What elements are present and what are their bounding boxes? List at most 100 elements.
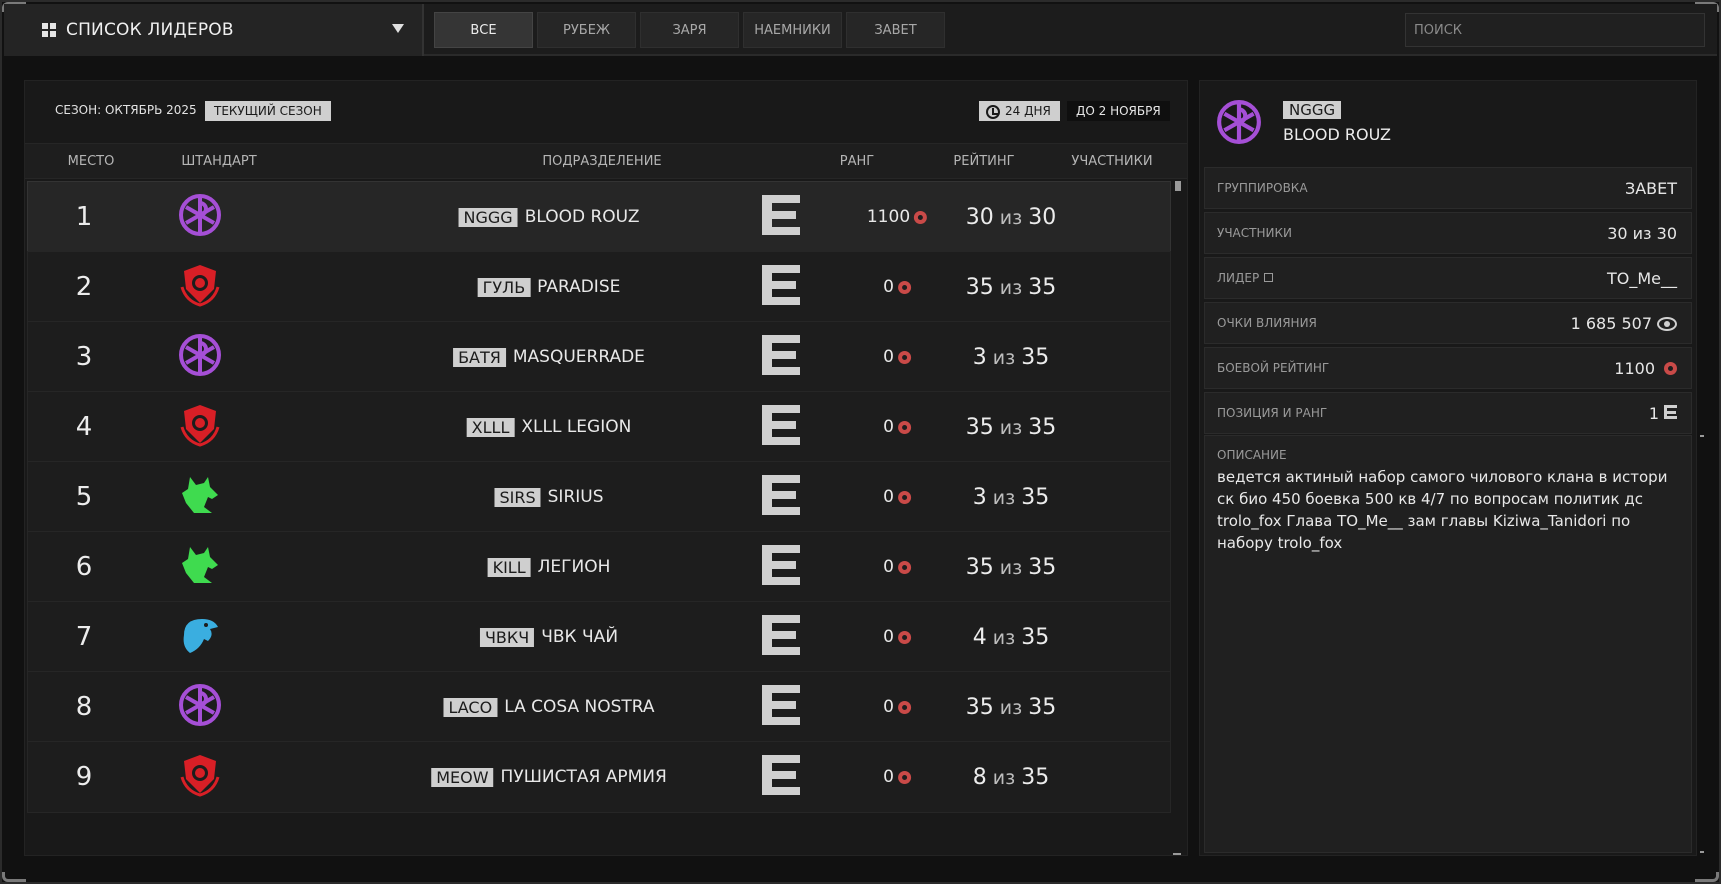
info-row-position: ПОЗИЦИЯ И РАНГ 1 (1204, 392, 1692, 434)
row-members-max: 35 (1021, 764, 1050, 790)
faction-value: ЗАВЕТ (1625, 179, 1677, 198)
rank-icon (762, 615, 800, 659)
tab-mercenaries[interactable]: НАЕМНИКИ (743, 12, 842, 48)
row-members-now: 35 (965, 694, 994, 720)
position-value: 1 (1649, 404, 1677, 423)
row-members-max: 35 (1028, 694, 1057, 720)
influence-key: ОЧКИ ВЛИЯНИЯ (1217, 316, 1317, 330)
page-title: СПИСОК ЛИДЕРОВ (66, 20, 234, 40)
details-unit-tag: NGGG (1283, 101, 1342, 119)
row-unit-tag: LACO (443, 697, 498, 717)
rank-icon (762, 335, 800, 379)
row-unit-tag: XLLL (466, 417, 515, 437)
row-rating: 1100 (866, 207, 911, 227)
row-members-now: 35 (965, 414, 994, 440)
row-unit-name: SIRIUS (547, 487, 604, 507)
rank-icon (762, 545, 800, 589)
row-place: 9 (75, 762, 93, 792)
red-shield-emblem-icon (178, 753, 222, 801)
row-rating: 0 (883, 557, 894, 577)
tab-rubezh[interactable]: РУБЕЖ (537, 12, 636, 48)
violet-chi-rho-emblem-icon (178, 333, 222, 381)
info-row-members: УЧАСТНИКИ 30 из 30 (1204, 212, 1692, 254)
search-input[interactable] (1405, 13, 1705, 47)
influence-value: 1 685 507 (1571, 314, 1677, 333)
row-members-max: 35 (1021, 344, 1050, 370)
row-unit-name: LA COSA NOSTRA (504, 697, 655, 717)
table-row[interactable]: 4 XLLL XLLL LEGION 0 35 из 35 (27, 391, 1171, 463)
row-rating: 0 (883, 697, 894, 717)
tab-zarya[interactable]: ЗАРЯ (640, 12, 739, 48)
row-members-of: из (992, 346, 1016, 369)
table-row[interactable]: 2 ГУЛЬ PARADISE 0 35 из 35 (27, 251, 1171, 323)
leader-value[interactable]: TO_Me__ (1607, 269, 1677, 288)
position-value-text: 1 (1648, 404, 1660, 423)
row-members: 8 из 35 (973, 765, 1049, 790)
combat-rating-value: 1100 (1614, 359, 1677, 378)
row-members-of: из (999, 276, 1023, 299)
row-members-of: из (999, 696, 1023, 719)
row-members-now: 4 (972, 624, 987, 650)
row-members: 35 из 35 (966, 275, 1056, 300)
tab-zavet[interactable]: ЗАВЕТ (846, 12, 945, 48)
row-members: 3 из 35 (973, 485, 1049, 510)
details-scrollbar-bottom (1700, 851, 1704, 853)
row-place: 8 (75, 692, 93, 722)
faction-tabs: ВСЕ РУБЕЖ ЗАРЯ НАЕМНИКИ ЗАВЕТ (434, 12, 945, 48)
column-header-standard: ШТАНДАРТ (181, 154, 257, 169)
table-row[interactable]: 7 ЧВКЧ ЧВК ЧАЙ 0 4 из 35 (27, 601, 1171, 673)
row-place: 2 (75, 272, 93, 302)
table-row[interactable]: 1 NGGG BLOOD ROUZ 1100 30 из 30 (27, 181, 1171, 253)
rating-icon (897, 700, 911, 714)
frame-corner (1695, 872, 1719, 882)
rank-icon (762, 685, 800, 729)
row-members-now: 8 (972, 764, 987, 790)
info-row-influence: ОЧКИ ВЛИЯНИЯ 1 685 507 (1204, 302, 1692, 344)
row-members-of: из (999, 206, 1023, 229)
row-members-of: из (992, 626, 1016, 649)
external-link-icon[interactable] (1264, 273, 1274, 282)
row-members-max: 35 (1021, 624, 1050, 650)
influence-points-icon (1657, 316, 1677, 331)
clock-icon (986, 105, 1000, 119)
row-unit-tag: NGGG (458, 207, 518, 227)
row-members: 4 из 35 (973, 625, 1049, 650)
frame-corner (2, 872, 26, 882)
row-unit-tag: MEOW (431, 767, 494, 787)
scrollbar-thumb[interactable] (1175, 181, 1181, 191)
table-row[interactable]: 5 SIRS SIRIUS 0 3 из 35 (27, 461, 1171, 533)
column-header-place: МЕСТО (67, 154, 115, 169)
table-row[interactable]: 8 LACO LA COSA NOSTRA 0 35 из 35 (27, 671, 1171, 743)
row-unit-name: XLLL LEGION (521, 417, 632, 437)
table-row[interactable]: 6 KILL ЛЕГИОН 0 35 из 35 (27, 531, 1171, 603)
leaderboard-panel: СЕЗОН: ОКТЯБРЬ 2025 ТЕКУЩИЙ СЕЗОН 24 ДНЯ… (24, 80, 1188, 856)
rank-icon (762, 405, 800, 449)
violet-chi-rho-emblem-icon (178, 193, 222, 241)
row-members-max: 35 (1028, 414, 1057, 440)
unit-details-panel: NGGG BLOOD ROUZ ГРУППИРОВКА ЗАВЕТ УЧАСТН… (1199, 80, 1704, 856)
rating-icon (897, 350, 911, 364)
position-key: ПОЗИЦИЯ И РАНГ (1217, 406, 1328, 420)
table-header: МЕСТО ШТАНДАРТ ПОДРАЗДЕЛЕНИЕ РАНГ РЕЙТИН… (25, 143, 1187, 179)
info-row-combat-rating: БОЕВОЙ РЕЙТИНГ 1100 (1204, 347, 1692, 389)
influence-value-text: 1 685 507 (1570, 314, 1652, 333)
table-row[interactable]: 9 MEOW ПУШИСТАЯ АРМИЯ 0 8 из 35 (27, 741, 1171, 813)
table-row[interactable]: 3 БАТЯ MASQUERRADE 0 3 из 35 (27, 321, 1171, 393)
leaderboard-dropdown[interactable]: СПИСОК ЛИДЕРОВ (4, 4, 424, 56)
row-unit-tag: KILL (487, 557, 531, 577)
row-members-now: 3 (972, 344, 987, 370)
row-members-max: 35 (1028, 274, 1057, 300)
tab-all[interactable]: ВСЕ (434, 12, 533, 48)
row-members-now: 35 (965, 554, 994, 580)
row-place: 6 (75, 552, 93, 582)
column-header-members: УЧАСТНИКИ (1071, 154, 1153, 169)
members-value: 30 из 30 (1607, 224, 1677, 243)
row-unit-tag: SIRS (494, 487, 541, 507)
rank-icon (762, 755, 800, 799)
scrollbar-end (1173, 853, 1181, 855)
faction-value-text: ЗАВЕТ (1624, 179, 1677, 198)
rank-icon (762, 475, 800, 519)
table-scrollbar[interactable] (1173, 181, 1181, 855)
violet-chi-rho-emblem-icon (1216, 99, 1262, 149)
row-members-now: 35 (965, 274, 994, 300)
